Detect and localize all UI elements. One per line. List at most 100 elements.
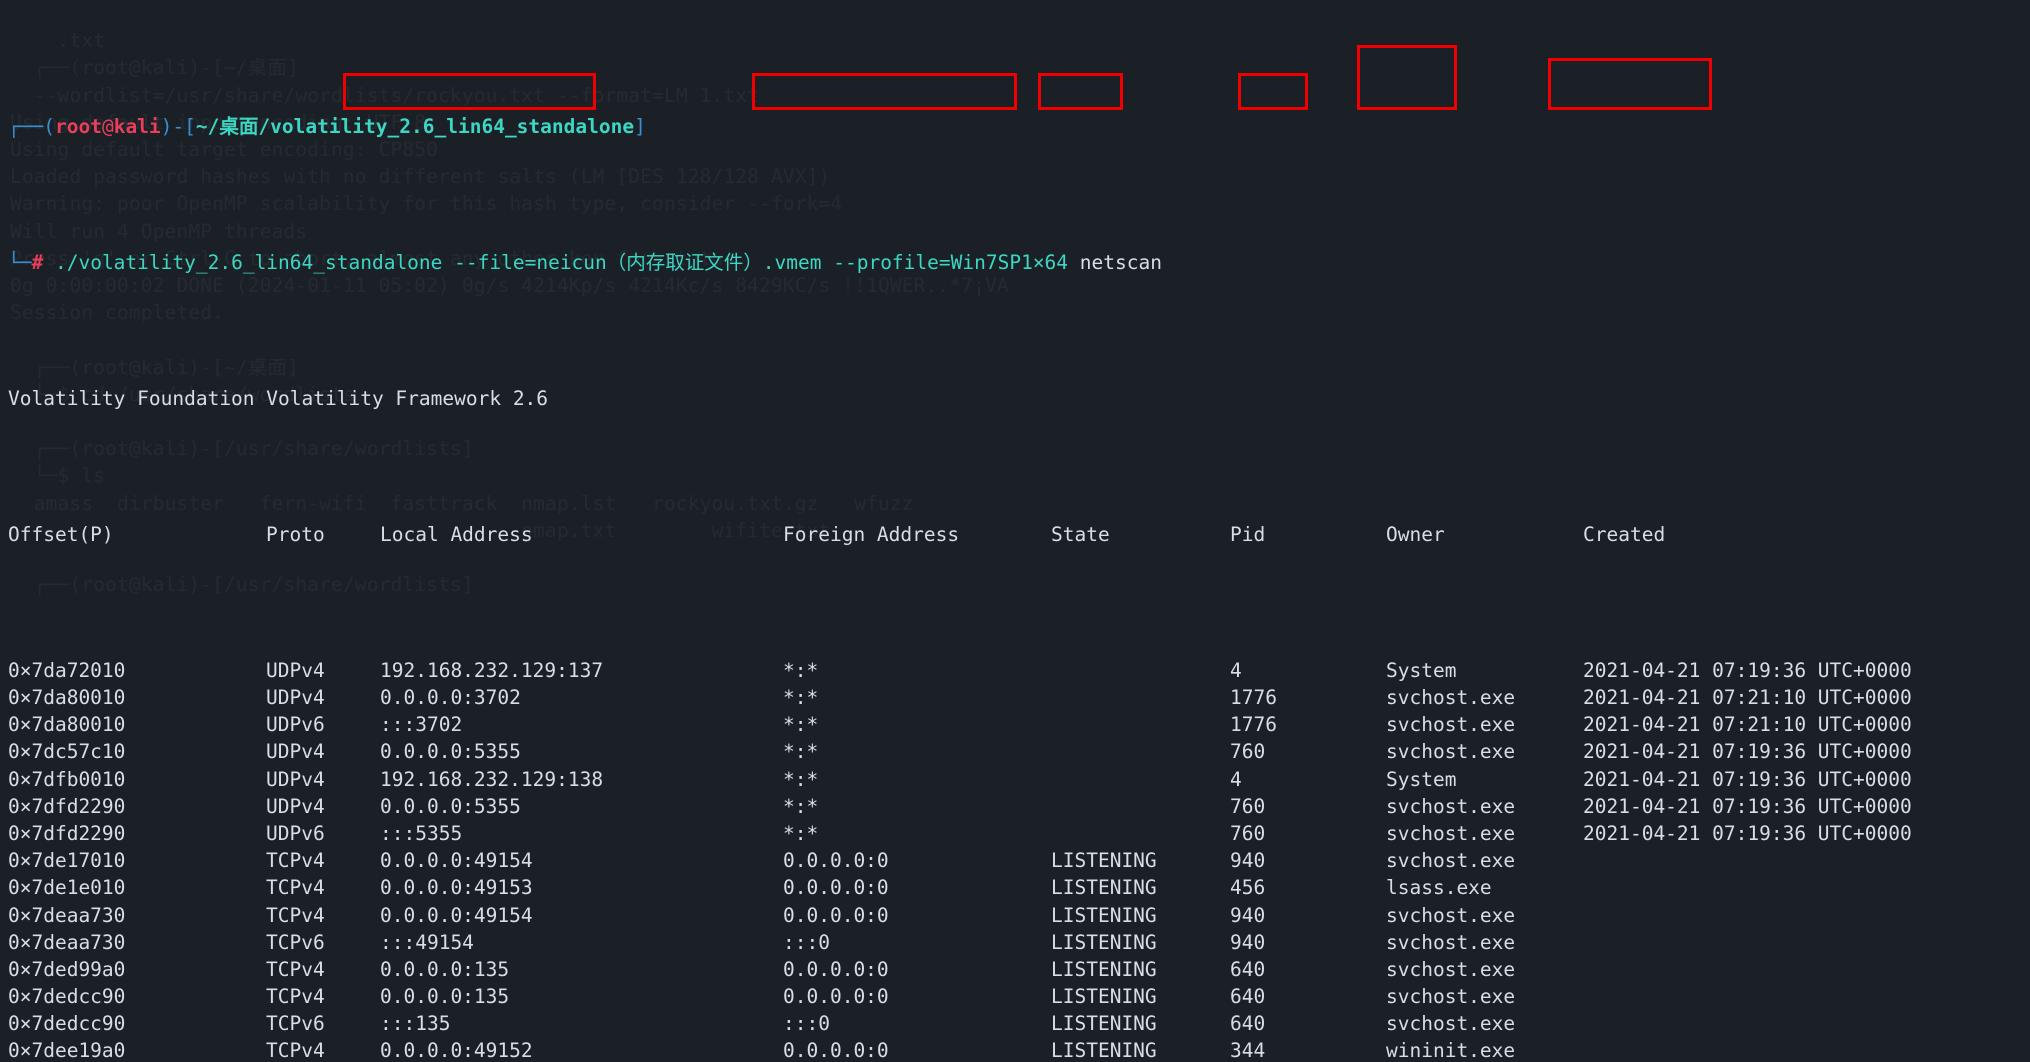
cell-state: LISTENING [1051,957,1157,981]
cell-owner: lsass.exe [1386,876,1492,900]
cell-local-address: 0.0.0.0:135 [380,985,510,1009]
cell-foreign-address: 0.0.0.0:0 [783,903,889,927]
cell-foreign-address: 0.0.0.0:0 [783,957,889,981]
cell-created: 2021-04-21 07:19:36 UTC+0000 [1583,658,1912,682]
cell-owner: svchost.exe [1386,794,1516,818]
cell-local-address: 0.0.0.0:5355 [380,794,521,818]
cell-state: LISTENING [1051,1039,1157,1062]
header-offset: Offset(P) [8,522,114,546]
command-line: └─# ./volatility_2.6_lin64_standalone --… [8,249,2030,276]
table-row: 0×7de17010 TCPv4 0.0.0.0:49154 0.0.0.0:0 LIS… [8,847,2030,874]
cell-pid: 940 [1230,849,1266,873]
cell-state: LISTENING [1051,903,1157,927]
cell-foreign-address: :::0 [783,1012,830,1036]
prompt-bracket-close: ] [634,114,646,138]
table-row: 0×7ded99a0 TCPv4 0.0.0.0:135 0.0.0.0:0 LISTE… [8,956,2030,983]
cell-local-address: 0.0.0.0:49152 [380,1039,533,1062]
cell-local-address: 0.0.0.0:49154 [380,849,533,873]
cell-offset: 0×7dfd2290 [8,794,126,818]
cell-offset: 0×7ded99a0 [8,957,126,981]
cell-pid: 1776 [1230,713,1277,737]
cell-foreign-address: *:* [783,658,819,682]
cell-created: 2021-04-21 07:19:36 UTC+0000 [1583,740,1912,764]
table-row: 0×7da80010 UDPv6:::3702 *:* 1776 svchost.exe… [8,711,2030,738]
cell-owner: svchost.exe [1386,849,1516,873]
cell-proto: TCPv6 [266,1012,325,1036]
cell-offset: 0×7dee19a0 [8,1039,126,1062]
cell-foreign-address: *:* [783,713,819,737]
cell-pid: 640 [1230,985,1266,1009]
terminal-content: ┌──(root@kali)-[~/桌面/volatility_2.6_lin6… [0,0,2030,1062]
cell-pid: 940 [1230,903,1266,927]
table-row: 0×7dfb0010 UDPv4 192.168.232.129:138 *:* 4 Sy… [8,766,2030,793]
prompt-line: ┌──(root@kali)-[~/桌面/volatility_2.6_lin6… [8,113,2030,140]
cell-foreign-address: *:* [783,686,819,709]
cell-offset: 0×7dfd2290 [8,821,126,845]
cell-owner: System [1386,767,1457,791]
table-row: 0×7dfd2290 UDPv4 0.0.0.0:5355 *:* 760 svchost… [8,793,2030,820]
header-foreign-address: Foreign Address [783,522,960,546]
cell-proto: UDPv4 [266,740,325,764]
prompt-at-icon: @ [101,114,114,138]
cell-pid: 760 [1230,740,1266,764]
cell-pid: 640 [1230,1012,1266,1036]
cell-offset: 0×7de17010 [8,849,126,873]
cell-offset: 0×7dedcc90 [8,1012,126,1036]
table-body: 0×7da72010 UDPv4 192.168.232.129:137 *:* 4 Sy… [8,657,2030,1062]
cell-owner: svchost.exe [1386,740,1516,764]
prompt-paren-open: ( [43,114,55,138]
cell-local-address: 0.0.0.0:135 [380,957,510,981]
cell-local-address: :::5355 [380,821,463,845]
table-row: 0×7da72010 UDPv4 192.168.232.129:137 *:* 4 Sy… [8,657,2030,684]
table-header-row: Offset(P) Proto Local Address Foreign Ad… [8,521,2030,548]
terminal-window[interactable]: .txt ┌──(root@kali)-[~/桌面] --wordlist=/u… [0,0,2030,1062]
prompt-corner-icon: ┌── [8,114,44,138]
cell-owner: svchost.exe [1386,713,1516,737]
cell-owner: svchost.exe [1386,821,1516,845]
cell-owner: svchost.exe [1386,903,1516,927]
cell-pid: 456 [1230,876,1266,900]
cell-proto: TCPv4 [266,876,325,900]
cell-pid: 640 [1230,957,1266,981]
cell-foreign-address: *:* [783,821,819,845]
cell-state: LISTENING [1051,1012,1157,1036]
cell-created: 2021-04-21 07:21:10 UTC+0000 [1583,686,1912,709]
cell-pid: 4 [1230,767,1242,791]
command-plugin: netscan [1079,250,1162,274]
cell-local-address: 0.0.0.0:49153 [380,876,533,900]
cell-proto: UDPv4 [266,794,325,818]
cell-created: 2021-04-21 07:19:36 UTC+0000 [1583,821,1912,845]
cell-foreign-address: 0.0.0.0:0 [783,876,889,900]
header-created: Created [1583,522,1666,546]
header-owner: Owner [1386,522,1445,546]
cell-local-address: :::3702 [380,713,463,737]
cell-local-address: 0.0.0.0:3702 [380,686,521,709]
cell-owner: svchost.exe [1386,930,1516,954]
cell-proto: UDPv6 [266,821,325,845]
cell-proto: TCPv4 [266,849,325,873]
command-program: ./volatility_2.6_lin64_standalone [54,250,443,274]
cell-owner: svchost.exe [1386,985,1516,1009]
header-proto: Proto [266,522,325,546]
table-row: 0×7deaa730 TCPv6:::49154:::0 LISTENING 940 s… [8,929,2030,956]
cell-local-address: 192.168.232.129:137 [380,658,604,682]
cell-proto: UDPv6 [266,713,325,737]
cell-foreign-address: 0.0.0.0:0 [783,1039,889,1062]
cell-offset: 0×7da80010 [8,686,126,709]
command-flag-profile: --profile=Win7SP1×64 [833,250,1069,274]
cmd-space4 [1068,251,1080,274]
cell-local-address: :::49154 [380,930,474,954]
cell-owner: System [1386,658,1457,682]
table-row: 0×7de1e010 TCPv4 0.0.0.0:49153 0.0.0.0:0 LIS… [8,874,2030,901]
header-local-address: Local Address [380,522,533,546]
cell-created: 2021-04-21 07:19:36 UTC+0000 [1583,794,1912,818]
cell-proto: TCPv4 [266,985,325,1009]
prompt-elbow-icon: └─ [8,250,32,274]
cell-state: LISTENING [1051,849,1157,873]
cell-offset: 0×7da72010 [8,658,126,682]
cell-state: LISTENING [1051,930,1157,954]
table-row: 0×7dc57c10 UDPv4 0.0.0.0:5355 *:* 760 svchost… [8,738,2030,765]
cell-proto: TCPv4 [266,1039,325,1062]
cell-owner: svchost.exe [1386,686,1516,709]
cell-created: 2021-04-21 07:19:36 UTC+0000 [1583,767,1912,791]
